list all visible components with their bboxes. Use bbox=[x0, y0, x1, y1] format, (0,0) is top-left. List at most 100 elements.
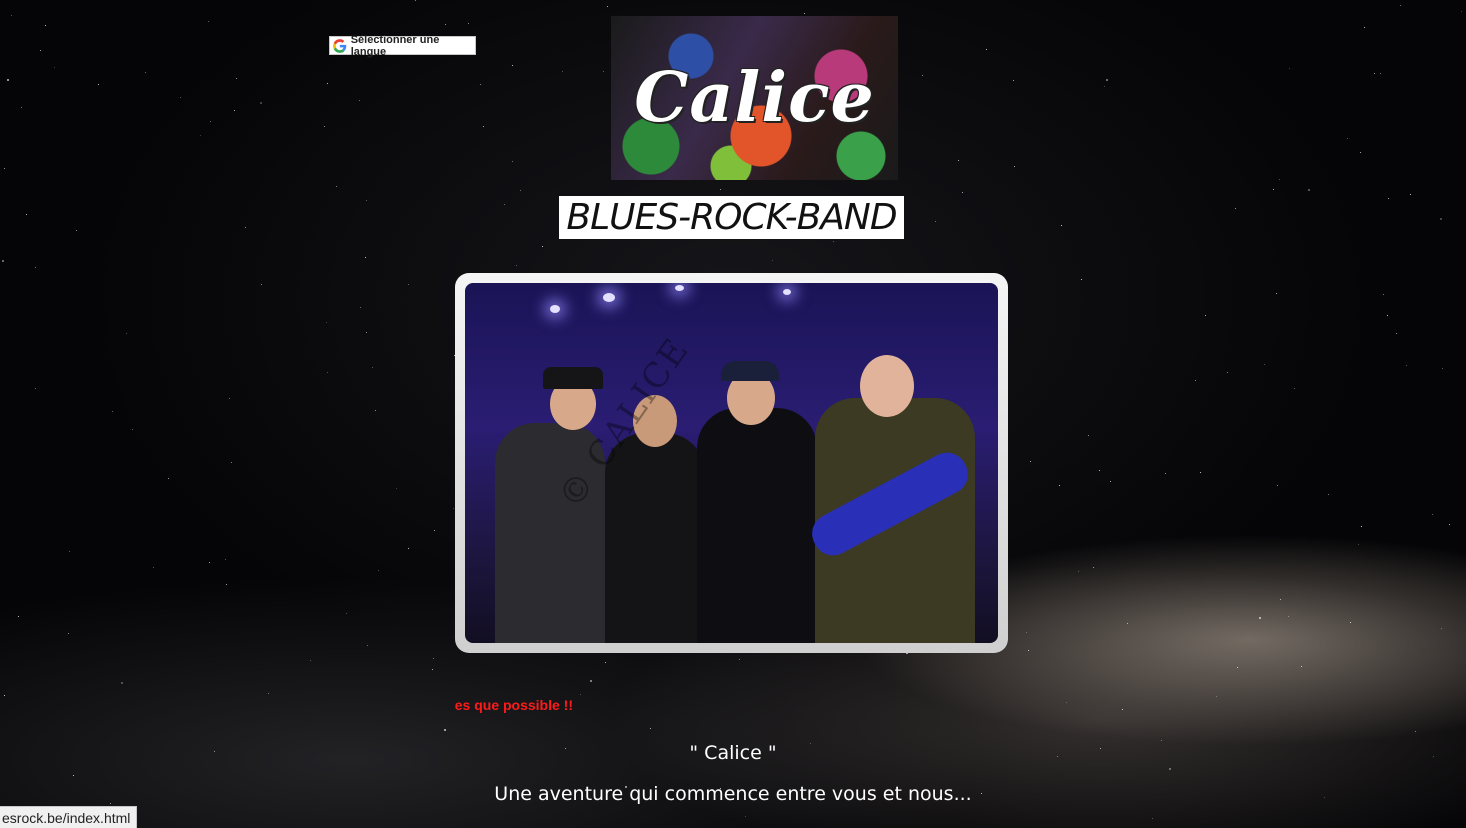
star bbox=[21, 107, 22, 108]
star bbox=[378, 570, 379, 571]
star bbox=[1093, 567, 1094, 568]
star bbox=[1277, 485, 1278, 486]
star bbox=[1165, 473, 1166, 474]
star bbox=[1374, 73, 1375, 74]
star bbox=[1280, 599, 1281, 600]
star bbox=[35, 388, 36, 389]
star bbox=[833, 241, 834, 242]
star bbox=[1387, 315, 1388, 316]
star bbox=[1388, 198, 1389, 199]
star bbox=[1328, 494, 1329, 495]
star bbox=[1066, 702, 1067, 703]
star bbox=[605, 662, 606, 663]
star bbox=[1358, 544, 1359, 545]
star bbox=[1205, 315, 1206, 316]
star bbox=[590, 680, 592, 682]
star bbox=[396, 488, 397, 489]
star bbox=[607, 6, 608, 7]
star bbox=[1061, 225, 1062, 226]
star bbox=[366, 200, 367, 201]
star bbox=[208, 21, 209, 22]
star bbox=[986, 49, 987, 50]
star bbox=[367, 645, 368, 646]
star bbox=[210, 121, 211, 122]
star bbox=[1122, 709, 1123, 710]
band-photo-frame: © CALICE bbox=[455, 273, 1008, 653]
band-photo: © CALICE bbox=[465, 283, 998, 643]
band-logo[interactable]: Calice bbox=[611, 16, 898, 180]
star bbox=[1383, 294, 1384, 295]
star bbox=[1081, 279, 1082, 280]
star bbox=[922, 75, 923, 76]
star bbox=[562, 71, 563, 72]
star bbox=[112, 411, 113, 412]
star bbox=[69, 551, 70, 552]
star bbox=[236, 78, 237, 79]
star bbox=[1152, 818, 1153, 819]
star bbox=[445, 24, 446, 25]
star bbox=[408, 284, 409, 285]
star bbox=[1289, 68, 1290, 69]
star bbox=[1301, 666, 1302, 667]
star bbox=[512, 161, 513, 162]
language-selector-button[interactable]: Sélectionner une langue bbox=[329, 33, 476, 58]
star bbox=[1294, 388, 1295, 389]
star bbox=[1216, 696, 1217, 697]
star bbox=[1361, 526, 1362, 527]
star bbox=[480, 84, 481, 85]
star bbox=[375, 410, 376, 411]
next-heading-partial bbox=[0, 820, 1466, 828]
star bbox=[327, 372, 328, 373]
star bbox=[35, 267, 36, 268]
language-selector-label: Sélectionner une langue bbox=[350, 33, 440, 58]
star bbox=[336, 186, 337, 187]
star bbox=[229, 398, 230, 399]
star bbox=[512, 65, 513, 66]
star bbox=[1442, 368, 1443, 369]
intro-text: Une aventure qui commence entre vous et … bbox=[494, 783, 972, 805]
star bbox=[745, 816, 746, 817]
star bbox=[226, 584, 227, 585]
star bbox=[1088, 435, 1089, 436]
star bbox=[1273, 189, 1274, 190]
star bbox=[1440, 218, 1442, 220]
star bbox=[1227, 372, 1228, 373]
star bbox=[4, 695, 5, 696]
star bbox=[1026, 632, 1027, 633]
star bbox=[145, 72, 146, 73]
star bbox=[720, 189, 721, 190]
star bbox=[310, 660, 311, 661]
google-g-icon bbox=[333, 38, 347, 53]
star bbox=[54, 67, 55, 68]
star bbox=[1169, 768, 1171, 770]
star bbox=[1308, 189, 1310, 191]
star bbox=[1106, 79, 1108, 81]
star bbox=[1406, 365, 1407, 366]
star bbox=[76, 230, 77, 231]
star bbox=[1410, 194, 1411, 195]
star bbox=[45, 25, 46, 26]
star bbox=[772, 260, 773, 261]
star bbox=[40, 50, 41, 51]
star bbox=[1028, 650, 1029, 651]
star bbox=[1110, 481, 1111, 482]
star bbox=[18, 616, 19, 617]
star bbox=[1235, 208, 1236, 209]
star bbox=[1013, 80, 1014, 81]
star bbox=[1195, 380, 1196, 381]
star bbox=[73, 775, 74, 776]
logo-text: Calice bbox=[634, 58, 875, 138]
star bbox=[1030, 461, 1031, 462]
star bbox=[1200, 472, 1201, 473]
star bbox=[1014, 166, 1015, 167]
star bbox=[580, 694, 581, 695]
star bbox=[962, 192, 963, 193]
star bbox=[804, 13, 805, 14]
section-title: " Calice " bbox=[689, 742, 777, 764]
star bbox=[327, 83, 328, 84]
star bbox=[98, 84, 99, 85]
star bbox=[366, 332, 367, 333]
star bbox=[2, 260, 4, 262]
star bbox=[1347, 138, 1348, 139]
star bbox=[1400, 5, 1401, 6]
